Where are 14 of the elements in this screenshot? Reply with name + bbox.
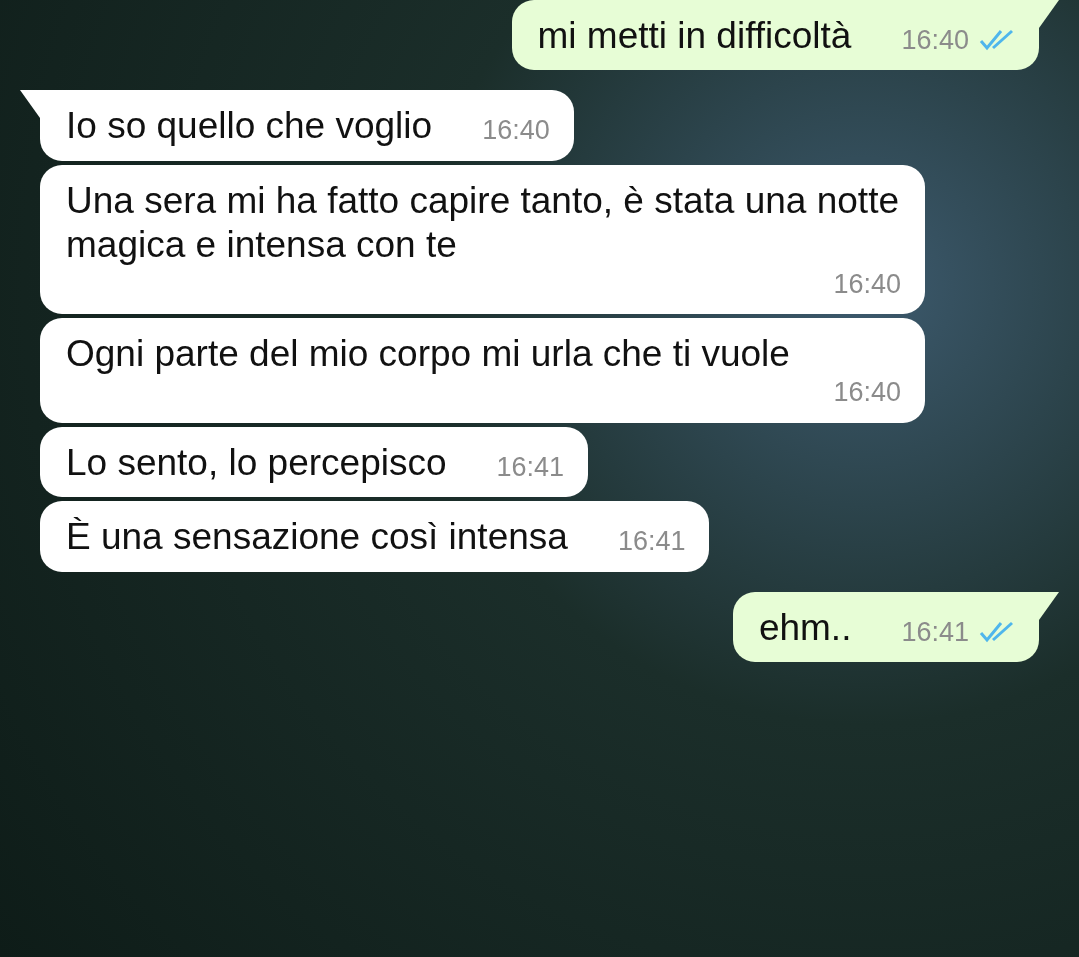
message-time: 16:41	[617, 525, 686, 558]
message-text: Ogni parte del mio corpo mi urla che ti vuole	[66, 331, 790, 376]
message-text: mi metti in difficoltà	[537, 14, 852, 58]
message-time: 16:40	[901, 24, 969, 57]
message-text: Io so quello che voglio	[66, 104, 433, 149]
message-text: Lo sento, lo percepisco	[66, 440, 447, 485]
message-time: 16:41	[901, 615, 969, 648]
message-text: È una sensazione così intensa	[66, 515, 568, 560]
message-time: 16:40	[833, 376, 901, 409]
message-time: 16:40	[833, 267, 901, 300]
message-text: Una sera mi ha fatto capire tanto, è stata una notte magica e intensa con te	[66, 178, 900, 268]
message-text: ehm..	[758, 605, 852, 650]
message-time: 16:40	[482, 114, 550, 147]
message-time: 16:41	[496, 450, 565, 484]
